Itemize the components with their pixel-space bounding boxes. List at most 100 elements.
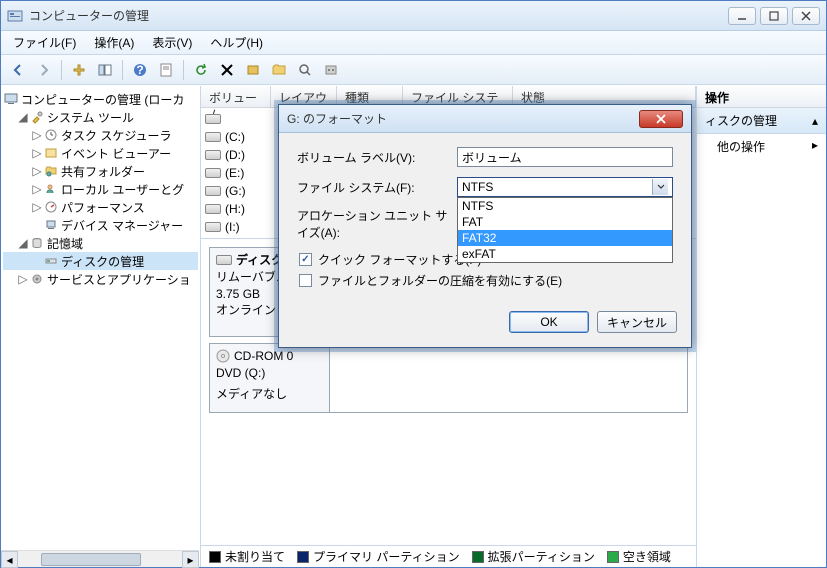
dialog-body: ボリューム ラベル(V): ファイル システム(F): NTFS NTFS FA… (279, 133, 691, 303)
up-button[interactable] (68, 59, 90, 81)
tree-local-users[interactable]: ▷ローカル ユーザーとグ (3, 180, 198, 198)
properties-button[interactable] (155, 59, 177, 81)
chevron-right-icon: ▸ (812, 138, 818, 155)
volume-icon (205, 150, 221, 160)
disk-mgmt-icon (43, 253, 59, 269)
cdrom-info: CD-ROM 0 DVD (Q:) メディアなし (210, 344, 330, 412)
refresh-button[interactable] (190, 59, 212, 81)
fs-option-ntfs[interactable]: NTFS (458, 198, 672, 214)
volume-icon (205, 132, 221, 142)
tools-icon (29, 109, 45, 125)
toolbar: ? (1, 55, 826, 85)
menu-file[interactable]: ファイル(F) (5, 31, 84, 54)
services-icon (29, 271, 45, 287)
tree-device-manager[interactable]: デバイス マネージャー (3, 216, 198, 234)
expand-icon[interactable]: ▷ (31, 128, 43, 142)
dialog-close-button[interactable] (639, 110, 683, 128)
compression-row[interactable]: ファイルとフォルダーの圧縮を有効にする(E) (299, 272, 673, 289)
quick-format-checkbox[interactable] (299, 253, 312, 266)
col-volume[interactable]: ボリューム (201, 86, 271, 107)
dialog-buttons: OK キャンセル (279, 303, 691, 347)
compression-label: ファイルとフォルダーの圧縮を有効にする(E) (318, 272, 562, 289)
fs-option-fat[interactable]: FAT (458, 214, 672, 230)
tree-services-apps[interactable]: ▷サービスとアプリケーショ (3, 270, 198, 288)
volume-label-input[interactable] (457, 147, 673, 167)
volume-icon (205, 114, 221, 124)
dialog-title: G: のフォーマット (287, 110, 639, 127)
search-icon[interactable] (294, 59, 316, 81)
app-icon (7, 8, 23, 24)
allocation-label: アロケーション ユニット サイズ(A): (297, 207, 457, 241)
filesystem-select[interactable]: NTFS NTFS FAT FAT32 exFAT (457, 177, 673, 197)
tree-task-scheduler[interactable]: ▷タスク スケジューラ (3, 126, 198, 144)
help-button[interactable]: ? (129, 59, 151, 81)
action-icon[interactable] (242, 59, 264, 81)
tree-performance[interactable]: ▷パフォーマンス (3, 198, 198, 216)
expand-icon[interactable]: ▷ (31, 164, 43, 178)
volume-icon (205, 186, 221, 196)
legend-swatch (472, 551, 484, 563)
compression-checkbox[interactable] (299, 274, 312, 287)
folder-icon[interactable] (268, 59, 290, 81)
window-title: コンピューターの管理 (29, 7, 728, 24)
scroll-left-icon[interactable]: ◂ (1, 551, 18, 567)
expand-icon[interactable]: ▷ (17, 272, 29, 286)
event-icon (43, 145, 59, 161)
users-icon (43, 181, 59, 197)
legend: 未割り当て プライマリ パーティション 拡張パーティション 空き領域 (201, 545, 696, 567)
expand-icon[interactable]: ▷ (31, 200, 43, 214)
menu-help[interactable]: ヘルプ(H) (202, 31, 271, 54)
svg-text:?: ? (136, 63, 143, 77)
volume-icon (205, 222, 221, 232)
show-hide-tree-button[interactable] (94, 59, 116, 81)
tree-shared-folders[interactable]: ▷共有フォルダー (3, 162, 198, 180)
chevron-down-icon (652, 179, 668, 195)
computer-icon (3, 91, 19, 107)
maximize-button[interactable] (760, 7, 788, 25)
actions-header: 操作 (697, 86, 826, 108)
disk-icon (216, 255, 232, 265)
actions-section-disk[interactable]: ィスクの管理▴ (697, 108, 826, 134)
volume-label-label: ボリューム ラベル(V): (297, 149, 457, 166)
forward-button[interactable] (33, 59, 55, 81)
menubar: ファイル(F) 操作(A) 表示(V) ヘルプ(H) (1, 31, 826, 55)
expand-icon[interactable]: ▷ (31, 146, 43, 160)
collapse-icon[interactable]: ◢ (17, 236, 29, 250)
tree-storage[interactable]: ◢記憶域 (3, 234, 198, 252)
filesystem-dropdown: NTFS FAT FAT32 exFAT (457, 197, 673, 263)
tree-event-viewer[interactable]: ▷イベント ビューアー (3, 144, 198, 162)
minimize-button[interactable] (728, 7, 756, 25)
legend-swatch (297, 551, 309, 563)
collapse-icon[interactable]: ◢ (17, 110, 29, 124)
dialog-titlebar: G: のフォーマット (279, 105, 691, 133)
tree-root[interactable]: コンピューターの管理 (ローカ (3, 90, 198, 108)
close-button[interactable] (792, 7, 820, 25)
cdrom-icon (216, 349, 230, 363)
delete-icon[interactable] (216, 59, 238, 81)
volume-icon (205, 204, 221, 214)
filesystem-label: ファイル システム(F): (297, 179, 457, 196)
filesystem-value: NTFS (462, 180, 493, 194)
menu-action[interactable]: 操作(A) (86, 31, 142, 54)
tree-system-tools[interactable]: ◢システム ツール (3, 108, 198, 126)
settings-icon[interactable] (320, 59, 342, 81)
tree-scrollbar[interactable]: ◂ ▸ (1, 550, 199, 567)
fs-option-exfat[interactable]: exFAT (458, 246, 672, 262)
cdrom-block[interactable]: CD-ROM 0 DVD (Q:) メディアなし (209, 343, 688, 413)
back-button[interactable] (7, 59, 29, 81)
scroll-right-icon[interactable]: ▸ (182, 551, 199, 567)
expand-icon[interactable]: ▷ (31, 182, 43, 196)
actions-other[interactable]: 他の操作▸ (697, 134, 826, 159)
tree-disk-management[interactable]: ディスクの管理 (3, 252, 198, 270)
fs-option-fat32[interactable]: FAT32 (458, 230, 672, 246)
legend-swatch (209, 551, 221, 563)
clock-icon (43, 127, 59, 143)
scroll-thumb[interactable] (41, 553, 141, 566)
shared-folder-icon (43, 163, 59, 179)
cancel-button[interactable]: キャンセル (597, 311, 677, 333)
actions-panel: 操作 ィスクの管理▴ 他の操作▸ (696, 86, 826, 567)
menu-view[interactable]: 表示(V) (144, 31, 200, 54)
performance-icon (43, 199, 59, 215)
ok-button[interactable]: OK (509, 311, 589, 333)
legend-swatch (607, 551, 619, 563)
